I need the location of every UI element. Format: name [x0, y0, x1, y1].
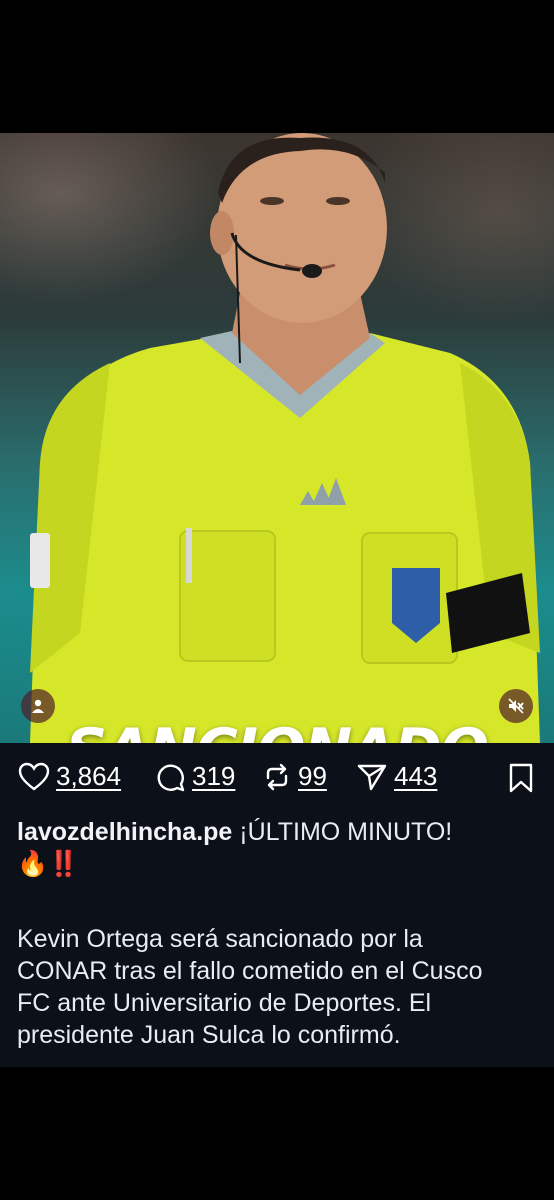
person-icon [32, 699, 44, 713]
referee-photo [30, 133, 540, 743]
bookmark-icon [509, 763, 533, 793]
caption-body-line-1: Kevin Ortega será sancionado por la [17, 925, 423, 953]
tagged-users-button[interactable] [21, 689, 55, 723]
post-image[interactable]: SANCIONADO O MINUTOTOÚLTIMO MINUTOÚLTIMO… [0, 133, 554, 743]
save-action[interactable] [508, 763, 534, 793]
comment-action[interactable]: 319 [156, 761, 235, 792]
post-actions-bar: 3,864 319 99 443 [0, 743, 554, 815]
caption-body-line-4: presidente Juan Sulca lo confirmó. [17, 1021, 401, 1049]
share-count: 443 [394, 761, 438, 791]
repost-action[interactable]: 99 [262, 761, 327, 792]
post-caption: lavozdelhincha.pe ¡ÚLTIMO MINUTO! 🔥‼️ Ke… [0, 815, 554, 1067]
headline-text: SANCIONADO [0, 717, 554, 743]
repost-icon [266, 763, 288, 790]
bottom-black-bar [0, 1067, 554, 1200]
muted-speaker-icon [508, 698, 524, 714]
caption-header: lavozdelhincha.pe ¡ÚLTIMO MINUTO! [17, 816, 452, 848]
heart-icon [18, 762, 50, 791]
repost-count: 99 [298, 761, 327, 791]
mute-button[interactable] [499, 689, 533, 723]
like-action[interactable]: 3,864 [18, 761, 121, 792]
comment-count: 319 [192, 761, 236, 791]
caption-body-line-2: CONAR tras el fallo cometido en el Cusco [17, 957, 483, 985]
caption-emojis: 🔥‼️ [17, 850, 80, 878]
top-black-bar [0, 0, 554, 133]
share-action[interactable]: 443 [356, 761, 437, 792]
username-link[interactable]: lavozdelhincha.pe [17, 818, 232, 846]
like-count: 3,864 [56, 761, 122, 791]
caption-first-line: ¡ÚLTIMO MINUTO! [239, 818, 453, 846]
caption-body-line-3: FC ante Universitario de Deportes. El [17, 989, 432, 1017]
send-icon [357, 764, 387, 790]
comment-bubble-icon [157, 764, 185, 791]
